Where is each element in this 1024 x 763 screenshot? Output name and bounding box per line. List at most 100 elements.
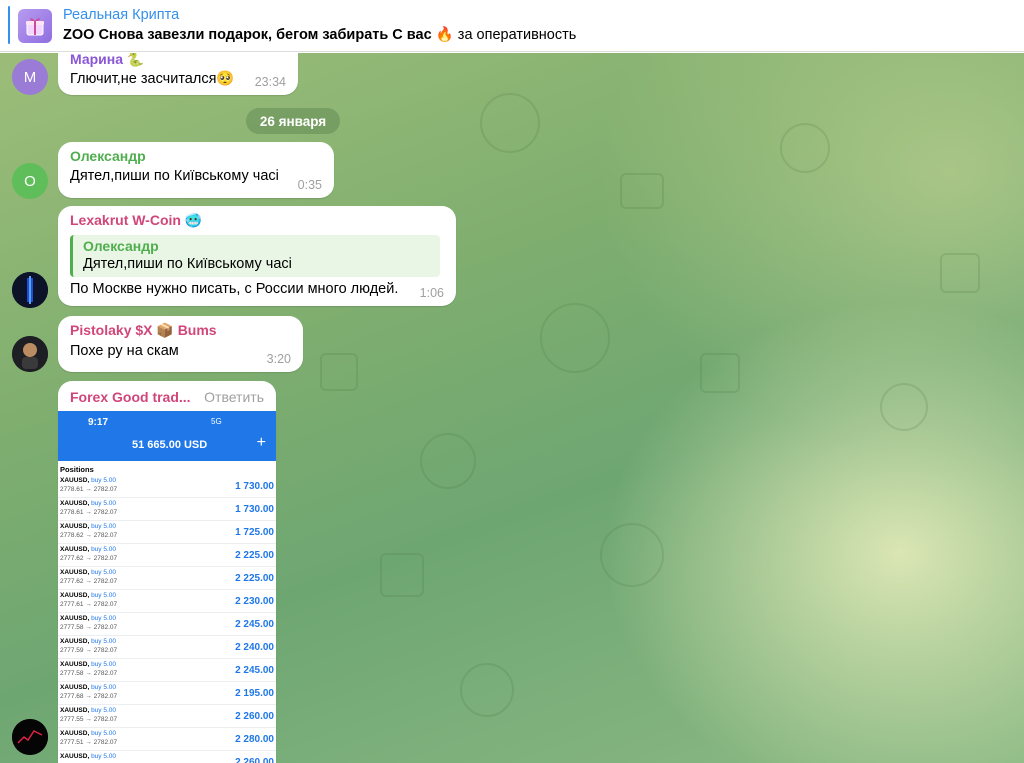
position-symbol: XAUUSD, buy 5.00 — [60, 730, 117, 737]
fire-emoji: 🔥 — [435, 27, 454, 43]
sender-name-text: Lexakrut W-Coin — [70, 212, 181, 228]
background-doodle — [600, 523, 664, 587]
message-text: Похе ру на скам — [70, 343, 179, 359]
position-profit: 2 195.00 — [235, 688, 274, 699]
date-text: 26 января — [259, 113, 327, 129]
sender-name[interactable]: Марина 🐍 — [70, 53, 288, 68]
position-symbol: XAUUSD, buy 5.00 — [60, 500, 117, 507]
position-row: XAUUSD, buy 5.00 2777.55 → 2782.07 2 260.0… — [58, 705, 276, 728]
status-badge: 🥶 — [184, 212, 203, 228]
reply-button[interactable]: Ответить — [204, 389, 264, 405]
signal-indicator: 5G — [211, 417, 222, 426]
positions-list: XAUUSD, buy 5.00 2778.61 → 2782.07 1 730.0… — [58, 475, 276, 763]
date-separator: 26 января — [246, 108, 340, 134]
position-side: buy 5.00 — [91, 638, 117, 645]
position-symbol: XAUUSD, buy 5.00 — [60, 477, 117, 484]
position-side: buy 5.00 — [91, 707, 117, 714]
position-symbol: XAUUSD, buy 5.00 — [60, 523, 117, 530]
position-prices: 2777.61 → 2782.07 — [60, 601, 118, 608]
position-prices: 2777.58 → 2782.07 — [60, 624, 118, 631]
message-text: По Москве нужно писать, с России много л… — [70, 281, 399, 297]
message-time: 0:35 — [297, 178, 322, 192]
position-prices: 2777.58 → 2782.07 — [60, 670, 118, 677]
message-bubble[interactable]: Марина 🐍 Глючит,не засчитался🥺 23:34 — [58, 53, 298, 95]
position-row: XAUUSD, buy 5.00 2778.61 → 2782.07 1 730.0… — [58, 498, 276, 521]
reply-sender: Олександр — [83, 238, 159, 254]
avatar-image — [12, 336, 48, 372]
position-profit: 1 730.00 — [235, 481, 274, 492]
account-balance: 51 665.00 USD — [132, 439, 208, 451]
avatar-image — [12, 272, 48, 308]
position-row: XAUUSD, buy 5.00 2778.61 → 2782.07 1 730.0… — [58, 475, 276, 498]
position-row: XAUUSD, buy 5.00 2 260.00 — [58, 751, 276, 763]
reply-text: Дятел,пиши по Київському часі — [83, 256, 292, 272]
photo-message[interactable]: Forex Good trad... Ответить 9:17 5G 51 6… — [58, 381, 276, 763]
background-doodle — [480, 93, 540, 153]
position-symbol: XAUUSD, buy 5.00 — [60, 661, 117, 668]
avatar[interactable] — [12, 719, 48, 755]
phone-clock: 9:17 — [88, 417, 109, 428]
position-prices: 2777.55 → 2782.07 — [60, 716, 118, 723]
sender-name[interactable]: Pistolaky $X 📦 Bums — [70, 322, 293, 339]
position-profit: 2 245.00 — [235, 619, 274, 630]
position-prices: 2778.62 → 2782.07 — [60, 532, 118, 539]
sender-name[interactable]: Lexakrut W-Coin 🥶 — [70, 212, 446, 229]
position-profit: 2 230.00 — [235, 596, 274, 607]
position-side: buy 5.00 — [91, 684, 117, 691]
position-side: buy 5.00 — [91, 477, 117, 484]
avatar[interactable]: О — [12, 163, 48, 199]
positions-title: Positions — [58, 461, 276, 475]
position-row: XAUUSD, buy 5.00 2777.58 → 2782.07 2 245.0… — [58, 613, 276, 636]
message-bubble[interactable]: Lexakrut W-Coin 🥶 Олександр Дятел,пиши п… — [58, 206, 456, 306]
message-text: Дятел,пиши по Київському часі — [70, 168, 279, 184]
position-symbol: XAUUSD, buy 5.00 — [60, 684, 117, 691]
position-symbol: XAUUSD, buy 5.00 — [60, 615, 117, 622]
trade-screenshot[interactable]: 9:17 5G 51 665.00 USD + Positions XAUUSD… — [58, 411, 276, 763]
sender-name[interactable]: Forex Good trad... — [70, 389, 191, 405]
position-side: buy 5.00 — [91, 523, 117, 530]
phone-status-bar: 9:17 5G 51 665.00 USD + — [58, 411, 276, 461]
avatar-letter: M — [23, 68, 37, 86]
position-side: buy 5.00 — [91, 592, 117, 599]
sender-name[interactable]: Олександр — [70, 148, 324, 164]
position-profit: 2 225.00 — [235, 550, 274, 561]
message-time: 3:20 — [266, 352, 291, 366]
position-row: XAUUSD, buy 5.00 2777.68 → 2782.07 2 195.0… — [58, 682, 276, 705]
pinned-message-text: ZOO Снова завезли подарок, бегом забират… — [63, 26, 576, 43]
pinned-text-rest: за оперативность — [453, 27, 577, 43]
avatar[interactable] — [12, 336, 48, 372]
avatar[interactable] — [12, 272, 48, 308]
avatar-letter: О — [24, 172, 36, 190]
pinned-message-bar[interactable]: Реальная Крипта ZOO Снова завезли подаро… — [0, 0, 1024, 52]
position-profit: 2 245.00 — [235, 665, 274, 676]
position-side: buy 5.00 — [91, 615, 117, 622]
chat-area[interactable]: M Марина 🐍 Глючит,не засчитался🥺 23:34 2… — [0, 53, 1024, 763]
position-symbol: XAUUSD, buy 5.00 — [60, 638, 117, 645]
position-row: XAUUSD, buy 5.00 2777.58 → 2782.07 2 245.0… — [58, 659, 276, 682]
background-doodle — [420, 433, 476, 489]
message-bubble[interactable]: Pistolaky $X 📦 Bums Похе ру на скам 3:20 — [58, 316, 303, 372]
position-symbol: XAUUSD, buy 5.00 — [60, 753, 117, 760]
position-symbol: XAUUSD, buy 5.00 — [60, 546, 117, 553]
gift-icon — [18, 9, 52, 43]
position-side: buy 5.00 — [91, 569, 117, 576]
background-doodle — [460, 663, 514, 717]
background-doodle — [380, 553, 424, 597]
position-symbol: XAUUSD, buy 5.00 — [60, 707, 117, 714]
background-doodle — [320, 353, 358, 391]
avatar[interactable]: M — [12, 59, 48, 95]
position-profit: 2 260.00 — [235, 711, 274, 722]
position-side: buy 5.00 — [91, 661, 117, 668]
position-prices: 2777.62 → 2782.07 — [60, 578, 118, 585]
position-side: buy 5.00 — [91, 546, 117, 553]
reply-quote[interactable]: Олександр Дятел,пиши по Київському часі — [70, 235, 440, 277]
position-row: XAUUSD, buy 5.00 2777.62 → 2782.07 2 225.0… — [58, 567, 276, 590]
position-profit: 2 225.00 — [235, 573, 274, 584]
pinned-text-bold: ZOO Снова завезли подарок, бегом забират… — [63, 27, 432, 43]
position-profit: 1 725.00 — [235, 527, 274, 538]
position-row: XAUUSD, buy 5.00 2777.62 → 2782.07 2 225.0… — [58, 544, 276, 567]
position-row: XAUUSD, buy 5.00 2777.61 → 2782.07 2 230.0… — [58, 590, 276, 613]
message-bubble[interactable]: Олександр Дятел,пиши по Київському часі … — [58, 142, 334, 198]
background-doodle — [700, 353, 740, 393]
message-time: 23:34 — [254, 75, 286, 89]
